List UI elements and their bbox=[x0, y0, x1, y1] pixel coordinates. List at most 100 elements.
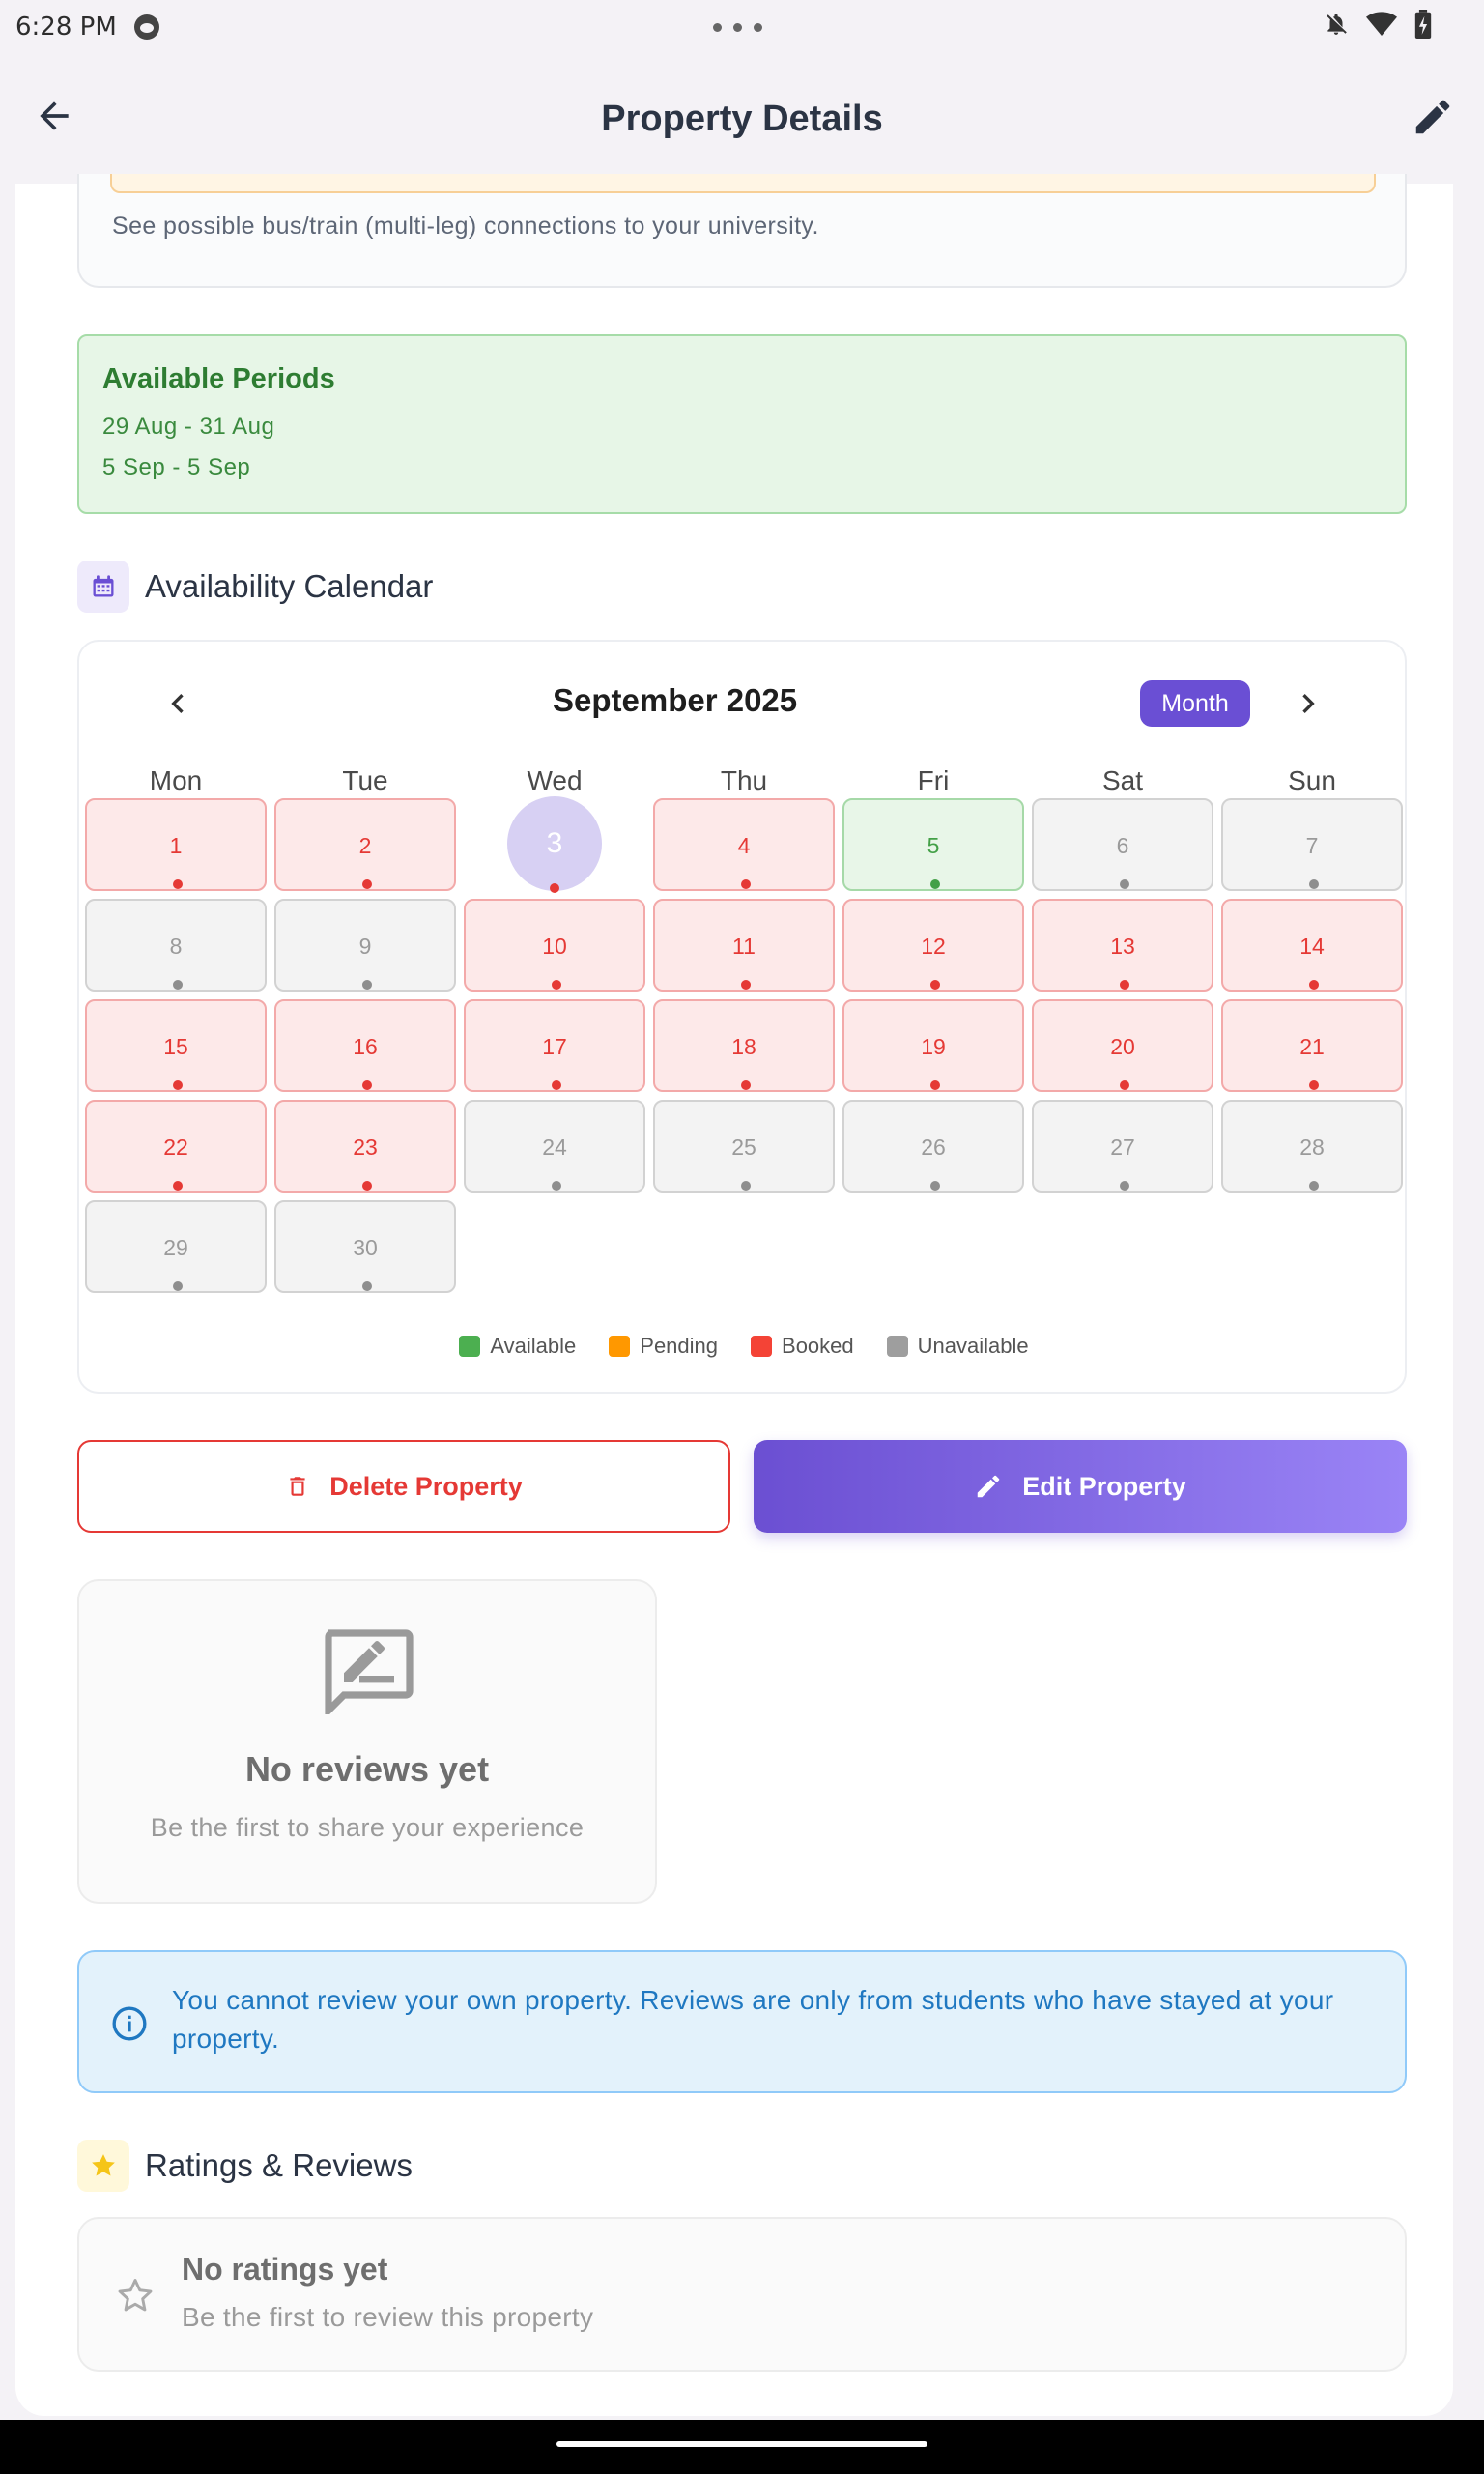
status-dot bbox=[362, 1080, 372, 1090]
calendar-day-booked[interactable]: 14 bbox=[1221, 899, 1403, 992]
calendar-day-unavailable[interactable]: 30 bbox=[274, 1200, 456, 1293]
status-dot bbox=[362, 1281, 372, 1291]
status-dot bbox=[1120, 980, 1129, 990]
calendar-day-unavailable[interactable]: 25 bbox=[653, 1100, 835, 1193]
calendar-day-booked[interactable]: 19 bbox=[842, 999, 1024, 1092]
legend-item: Pending bbox=[609, 1334, 718, 1359]
status-dot bbox=[741, 980, 751, 990]
legend-swatch bbox=[886, 1336, 908, 1357]
status-dot bbox=[930, 1181, 940, 1191]
calendar-day-booked[interactable]: 18 bbox=[653, 999, 835, 1092]
system-navigation-bar bbox=[0, 2420, 1484, 2474]
weekday-label: Wed bbox=[527, 765, 583, 795]
status-time: 6:28 PM bbox=[15, 13, 117, 42]
edit-property-button[interactable]: Edit Property bbox=[754, 1440, 1407, 1533]
own-property-review-text: You cannot review your own property. Rev… bbox=[172, 1985, 1334, 2054]
status-dot bbox=[741, 1181, 751, 1191]
star-icon bbox=[77, 2140, 129, 2192]
star-outline-icon bbox=[118, 2279, 153, 2312]
calendar-icon bbox=[77, 561, 129, 613]
calendar-day-booked[interactable]: 15 bbox=[85, 999, 267, 1092]
chevron-left-icon[interactable] bbox=[158, 684, 197, 723]
no-ratings-subtitle: Be the first to review this property bbox=[182, 2302, 594, 2332]
calendar-day-booked[interactable]: 22 bbox=[85, 1100, 267, 1193]
status-dot bbox=[1120, 879, 1129, 889]
edit-pencil-icon[interactable] bbox=[1411, 95, 1455, 139]
weekday-label: Mon bbox=[149, 765, 203, 795]
info-icon bbox=[112, 2006, 147, 2041]
calendar-day-unavailable[interactable]: 28 bbox=[1221, 1100, 1403, 1193]
status-dot bbox=[362, 980, 372, 990]
calendar-view-mode-button[interactable]: Month bbox=[1140, 680, 1250, 727]
calendar-day-booked[interactable]: 4 bbox=[653, 798, 835, 891]
calendar-day-unavailable[interactable]: 8 bbox=[85, 899, 267, 992]
calendar-day-booked[interactable]: 1 bbox=[85, 798, 267, 891]
calendar-day-booked[interactable]: 23 bbox=[274, 1100, 456, 1193]
ratings-empty-card: No ratings yet Be the first to review th… bbox=[77, 2217, 1407, 2372]
calendar-day-booked[interactable]: 12 bbox=[842, 899, 1024, 992]
calendar-day-unavailable[interactable]: 7 bbox=[1221, 798, 1403, 891]
calendar-day-unavailable[interactable]: 24 bbox=[464, 1100, 645, 1193]
available-periods-card: Available Periods 29 Aug - 31 Aug 5 Sep … bbox=[77, 334, 1407, 514]
legend-item: Available bbox=[459, 1334, 576, 1359]
status-dot bbox=[552, 1181, 561, 1191]
calendar-day-booked[interactable]: 20 bbox=[1032, 999, 1213, 1092]
calendar-day-booked[interactable]: 13 bbox=[1032, 899, 1213, 992]
status-dot bbox=[930, 1080, 940, 1090]
status-dot bbox=[1120, 1080, 1129, 1090]
calendar-day-booked[interactable]: 16 bbox=[274, 999, 456, 1092]
delete-property-label: Delete Property bbox=[329, 1471, 523, 1501]
weekday-label: Sat bbox=[1101, 765, 1144, 795]
status-dot bbox=[1309, 879, 1319, 889]
transit-card: See possible bus/train (multi-leg) conne… bbox=[77, 174, 1407, 288]
content-sheet: See possible bus/train (multi-leg) conne… bbox=[15, 174, 1453, 2416]
status-bar: 6:28 PM bbox=[0, 0, 1484, 54]
reviews-empty-card: No reviews yet Be the first to share you… bbox=[77, 1579, 657, 1904]
no-ratings-title: No ratings yet bbox=[182, 2252, 388, 2287]
status-dot bbox=[741, 1080, 751, 1090]
calendar-legend: Available Pending Booked Unavailable bbox=[79, 1334, 1409, 1359]
chevron-right-icon[interactable] bbox=[1289, 684, 1327, 723]
status-dot bbox=[552, 1080, 561, 1090]
no-reviews-title: No reviews yet bbox=[244, 1749, 490, 1789]
calendar-day-booked[interactable]: 17 bbox=[464, 999, 645, 1092]
calendar-day-unavailable[interactable]: 9 bbox=[274, 899, 456, 992]
status-dot bbox=[362, 879, 372, 889]
back-arrow-icon[interactable] bbox=[33, 95, 75, 137]
page-title: Property Details bbox=[601, 98, 883, 139]
status-dot bbox=[930, 879, 940, 889]
legend-label: Unavailable bbox=[917, 1334, 1029, 1358]
status-dot bbox=[1309, 1080, 1319, 1090]
status-dot bbox=[552, 980, 561, 990]
status-dot bbox=[173, 879, 183, 889]
transit-info-text[interactable]: See possible bus/train (multi-leg) conne… bbox=[112, 213, 819, 241]
status-dot bbox=[1120, 1181, 1129, 1191]
calendar-day-unavailable[interactable]: 26 bbox=[842, 1100, 1024, 1193]
calendar-day-booked[interactable]: 11 bbox=[653, 899, 835, 992]
status-dot bbox=[173, 1080, 183, 1090]
availability-calendar-title: Availability Calendar bbox=[145, 568, 434, 604]
weekday-label: Fri bbox=[917, 765, 950, 795]
ratings-reviews-title: Ratings & Reviews bbox=[145, 2147, 413, 2183]
calendar-day-today[interactable]: 3 bbox=[464, 796, 645, 893]
status-dot bbox=[362, 1181, 372, 1191]
delete-property-button[interactable]: Delete Property bbox=[77, 1440, 730, 1533]
legend-swatch bbox=[751, 1336, 773, 1357]
status-dot bbox=[741, 879, 751, 889]
edit-property-label: Edit Property bbox=[1022, 1471, 1186, 1501]
weekday-label: Thu bbox=[720, 765, 768, 795]
calendar-day-unavailable[interactable]: 27 bbox=[1032, 1100, 1213, 1193]
rate-review-icon bbox=[325, 1629, 414, 1714]
overflow-dots-icon bbox=[713, 23, 762, 32]
transit-warning-strip bbox=[110, 174, 1376, 193]
calendar-day-booked[interactable]: 2 bbox=[274, 798, 456, 891]
calendar-day-unavailable[interactable]: 29 bbox=[85, 1200, 267, 1293]
notifications-off-icon bbox=[1327, 14, 1347, 35]
home-gesture-handle[interactable] bbox=[556, 2441, 928, 2447]
calendar-day-unavailable[interactable]: 6 bbox=[1032, 798, 1213, 891]
calendar-day-booked[interactable]: 10 bbox=[464, 899, 645, 992]
calendar-day-available[interactable]: 5 bbox=[842, 798, 1024, 891]
calendar-day-booked[interactable]: 21 bbox=[1221, 999, 1403, 1092]
wifi-icon bbox=[1366, 12, 1397, 37]
calendar-month-label: September 2025 bbox=[553, 682, 798, 718]
